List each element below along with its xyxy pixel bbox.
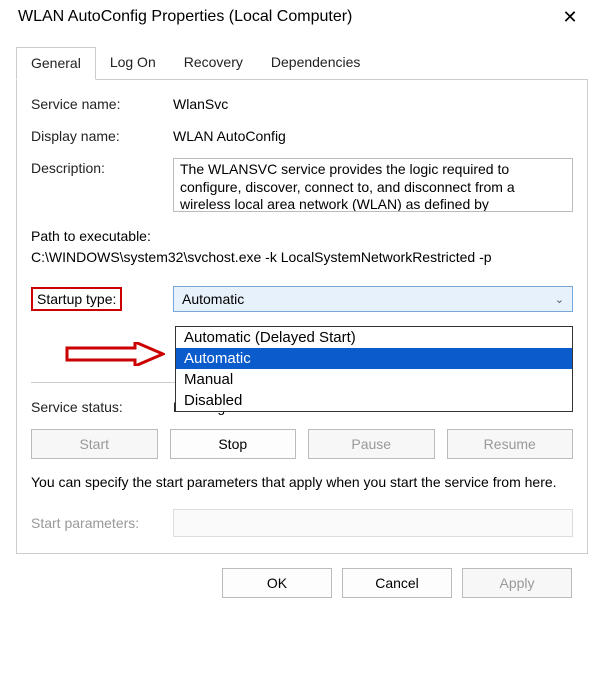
start-parameters-label: Start parameters: [31,515,173,531]
dropdown-option-manual[interactable]: Manual [176,369,572,390]
dropdown-option-delayed[interactable]: Automatic (Delayed Start) [176,327,572,348]
chevron-down-icon: ⌄ [555,293,564,306]
start-button: Start [31,429,158,459]
path-label: Path to executable: [31,226,573,247]
parameters-hint: You can specify the start parameters tha… [31,473,573,493]
tab-bar: General Log On Recovery Dependencies [16,46,588,80]
dropdown-option-automatic[interactable]: Automatic [176,348,572,369]
tab-logon[interactable]: Log On [96,47,170,80]
general-panel: Service name: WlanSvc Display name: WLAN… [16,80,588,554]
service-name-value: WlanSvc [173,94,228,112]
startup-type-label: Startup type: [31,287,122,311]
start-parameters-input [173,509,573,537]
dropdown-option-disabled[interactable]: Disabled [176,390,572,411]
service-status-label: Service status: [31,397,173,415]
display-name-label: Display name: [31,126,173,144]
description-text[interactable]: The WLANSVC service provides the logic r… [173,158,573,212]
tab-general[interactable]: General [16,47,96,80]
startup-type-combo[interactable]: Automatic ⌄ [173,286,573,312]
stop-button[interactable]: Stop [170,429,297,459]
annotation-arrow-icon [65,342,165,366]
tab-dependencies[interactable]: Dependencies [257,47,375,80]
close-icon[interactable]: ✕ [550,8,590,26]
window-title: WLAN AutoConfig Properties (Local Comput… [18,8,352,26]
ok-button[interactable]: OK [222,568,332,598]
resume-button: Resume [447,429,574,459]
tab-recovery[interactable]: Recovery [170,47,257,80]
path-value: C:\WINDOWS\system32\svchost.exe -k Local… [31,247,573,268]
startup-type-dropdown[interactable]: Automatic (Delayed Start) Automatic Manu… [175,326,573,412]
cancel-button[interactable]: Cancel [342,568,452,598]
description-label: Description: [31,158,173,176]
display-name-value: WLAN AutoConfig [173,126,286,144]
service-name-label: Service name: [31,94,173,112]
startup-type-selected: Automatic [182,291,244,307]
pause-button: Pause [308,429,435,459]
apply-button: Apply [462,568,572,598]
